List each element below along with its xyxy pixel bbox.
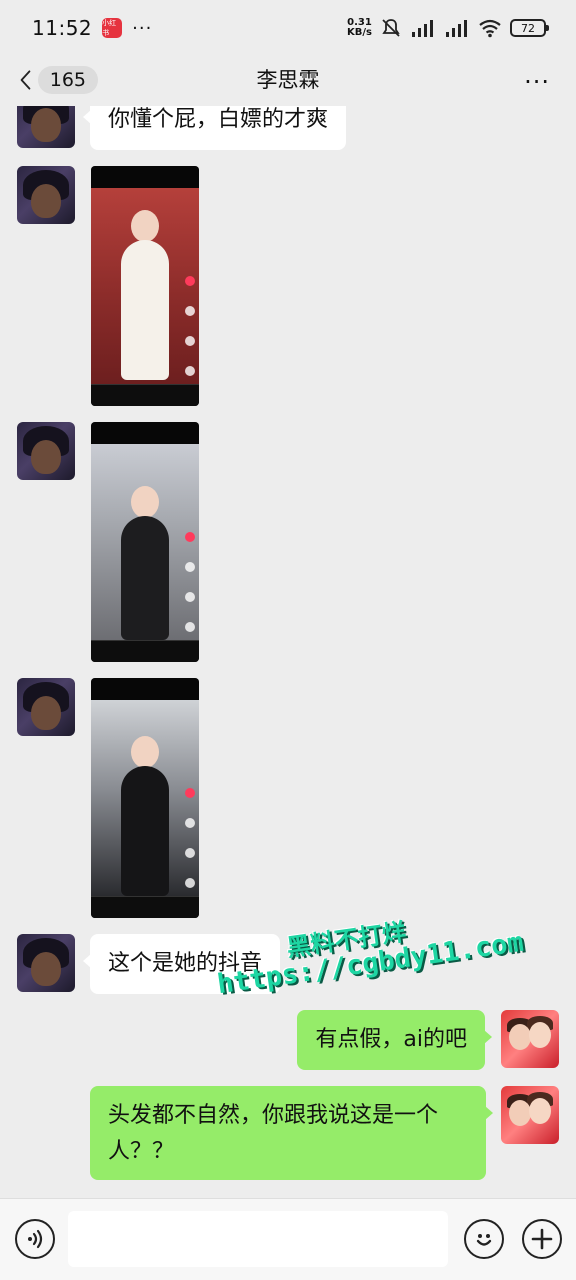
voice-icon (28, 1229, 43, 1249)
plus-icon (531, 1228, 553, 1250)
signal-icon-2 (446, 20, 467, 37)
message-list[interactable]: 你懂个屁，白嫖的才爽 这个是她的抖音 有点假，ai的吧 头发都不自然，你跟我说这… (0, 106, 576, 1198)
contact-avatar[interactable] (17, 678, 75, 736)
image-message[interactable] (91, 678, 199, 918)
contact-avatar[interactable] (17, 422, 75, 480)
video-side-icons (185, 788, 195, 888)
contact-avatar[interactable] (17, 166, 75, 224)
message-text: 头发都不自然，你跟我说这是一个人？？ (108, 1103, 439, 1164)
message-input-bar (0, 1198, 576, 1280)
more-notifications-icon: ··· (132, 17, 153, 39)
image-message[interactable] (91, 166, 199, 406)
my-avatar[interactable] (501, 1010, 559, 1068)
message-bubble-out[interactable]: 有点假，ai的吧 (297, 1010, 492, 1070)
chat-title: 李思霖 (256, 68, 320, 92)
status-bar: 11:52 小红书 ··· 0.31 KB/s 72 (0, 0, 576, 56)
more-functions-button[interactable] (522, 1219, 562, 1259)
message-bubble-in[interactable]: 你懂个屁，白嫖的才爽 (82, 106, 347, 150)
network-speed-unit: KB/s (347, 27, 372, 38)
status-indicators: 0.31 KB/s 72 (347, 17, 549, 39)
video-side-icons (185, 532, 195, 632)
voice-input-button[interactable] (15, 1219, 55, 1259)
mute-icon (382, 19, 400, 37)
message-bubble-out[interactable]: 头发都不自然，你跟我说这是一个人？？ (90, 1086, 493, 1180)
image-message[interactable] (91, 422, 199, 662)
video-side-icons (185, 276, 195, 376)
message-input[interactable] (68, 1211, 448, 1267)
message-text: 有点假，ai的吧 (315, 1027, 467, 1052)
emoji-button[interactable] (464, 1219, 504, 1259)
status-time: 11:52 (32, 16, 93, 40)
chat-header: 165 李思霖 ··· (0, 56, 576, 106)
notification-app-icon: 小红书 (102, 18, 123, 38)
contact-avatar[interactable] (17, 934, 75, 992)
more-options-button[interactable]: ··· (524, 68, 550, 96)
signal-icon-1 (412, 20, 433, 37)
emoji-icon (476, 1234, 492, 1246)
message-text: 你懂个屁，白嫖的才爽 (108, 107, 329, 132)
contact-avatar[interactable] (17, 106, 75, 148)
my-avatar[interactable] (501, 1086, 559, 1144)
battery-indicator: 72 (510, 19, 549, 37)
wifi-icon (479, 19, 501, 38)
network-speed: 0.31 KB/s (347, 18, 372, 38)
